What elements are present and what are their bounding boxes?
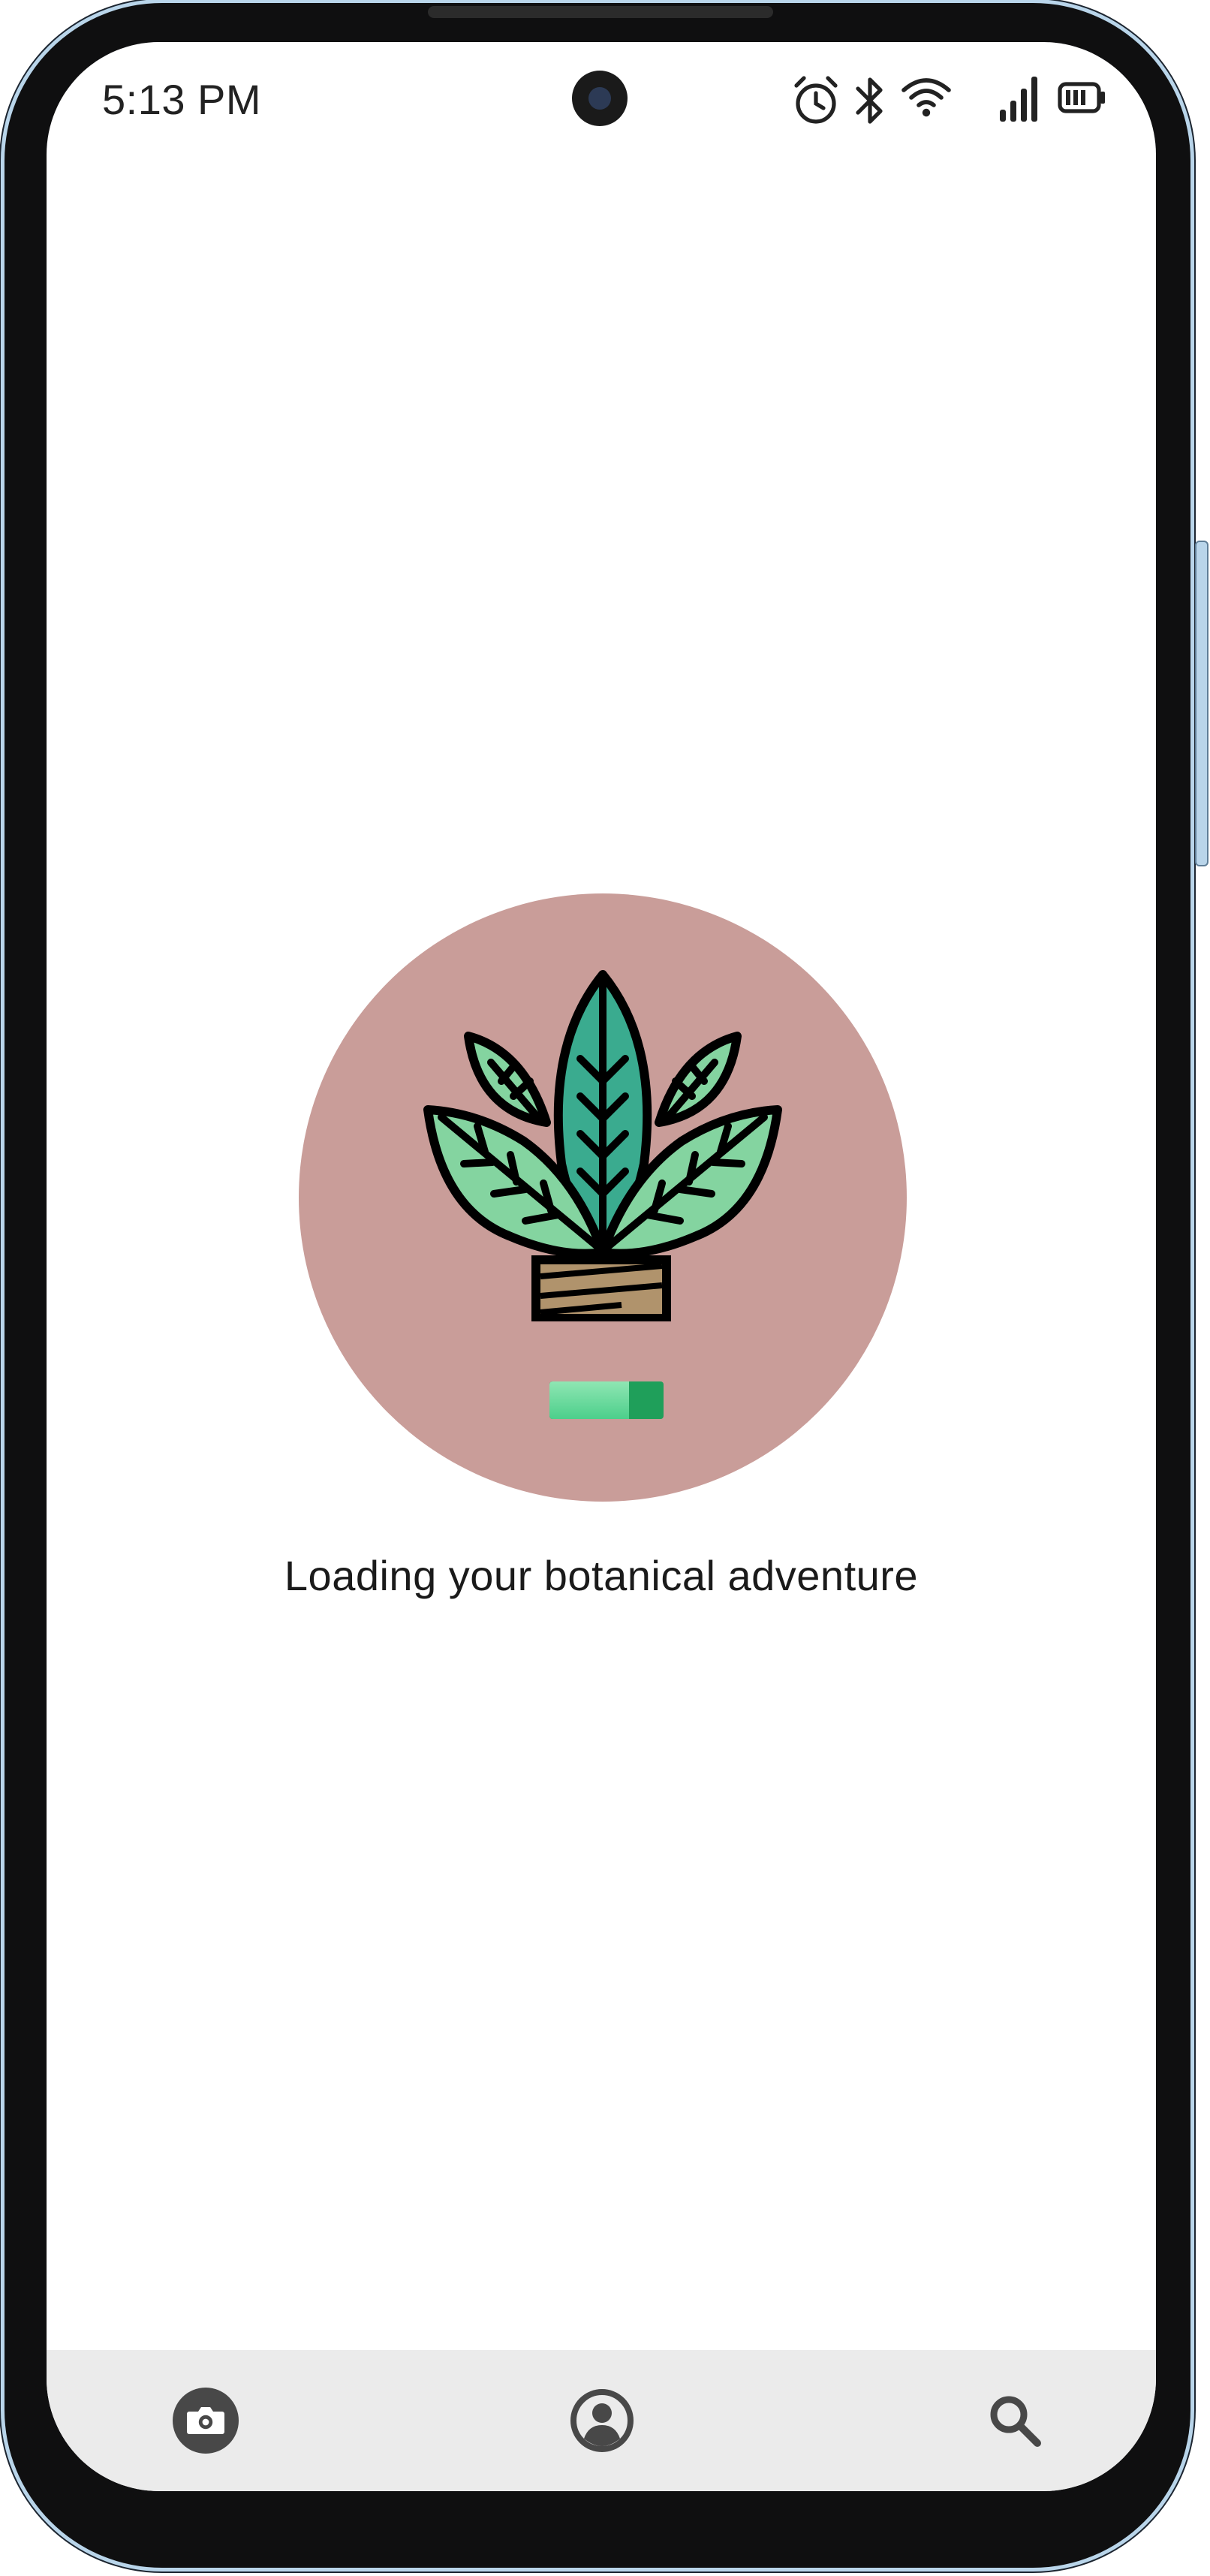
bottom-navigation <box>47 2350 1156 2491</box>
phone-side-button <box>1195 541 1208 866</box>
status-bar: 5:13 PM <box>47 42 1156 162</box>
potted-plant-icon <box>423 970 782 1321</box>
wifi-icon <box>901 78 951 117</box>
account-circle-icon <box>570 2389 634 2452</box>
search-icon <box>990 2396 1041 2447</box>
status-time: 5:13 PM <box>102 76 262 123</box>
front-camera <box>572 71 628 126</box>
loading-message: Loading your botanical adventure <box>284 1552 919 1599</box>
nav-profile-button[interactable] <box>564 2383 640 2458</box>
phone-speaker <box>428 6 773 18</box>
loading-progress-fill <box>549 1381 630 1419</box>
splash-logo-circle <box>299 893 907 1502</box>
signal-icon <box>1000 77 1037 122</box>
battery-icon <box>1058 82 1105 113</box>
nav-search-button[interactable] <box>977 2383 1052 2458</box>
loading-progress-bar <box>549 1381 664 1419</box>
alarm-icon <box>794 76 838 124</box>
bluetooth-icon <box>856 77 883 124</box>
nav-camera-button[interactable] <box>168 2383 243 2458</box>
camera-icon <box>173 2388 239 2454</box>
app-screen: 5:13 PM Loading your botanical adventure <box>47 42 1156 2491</box>
